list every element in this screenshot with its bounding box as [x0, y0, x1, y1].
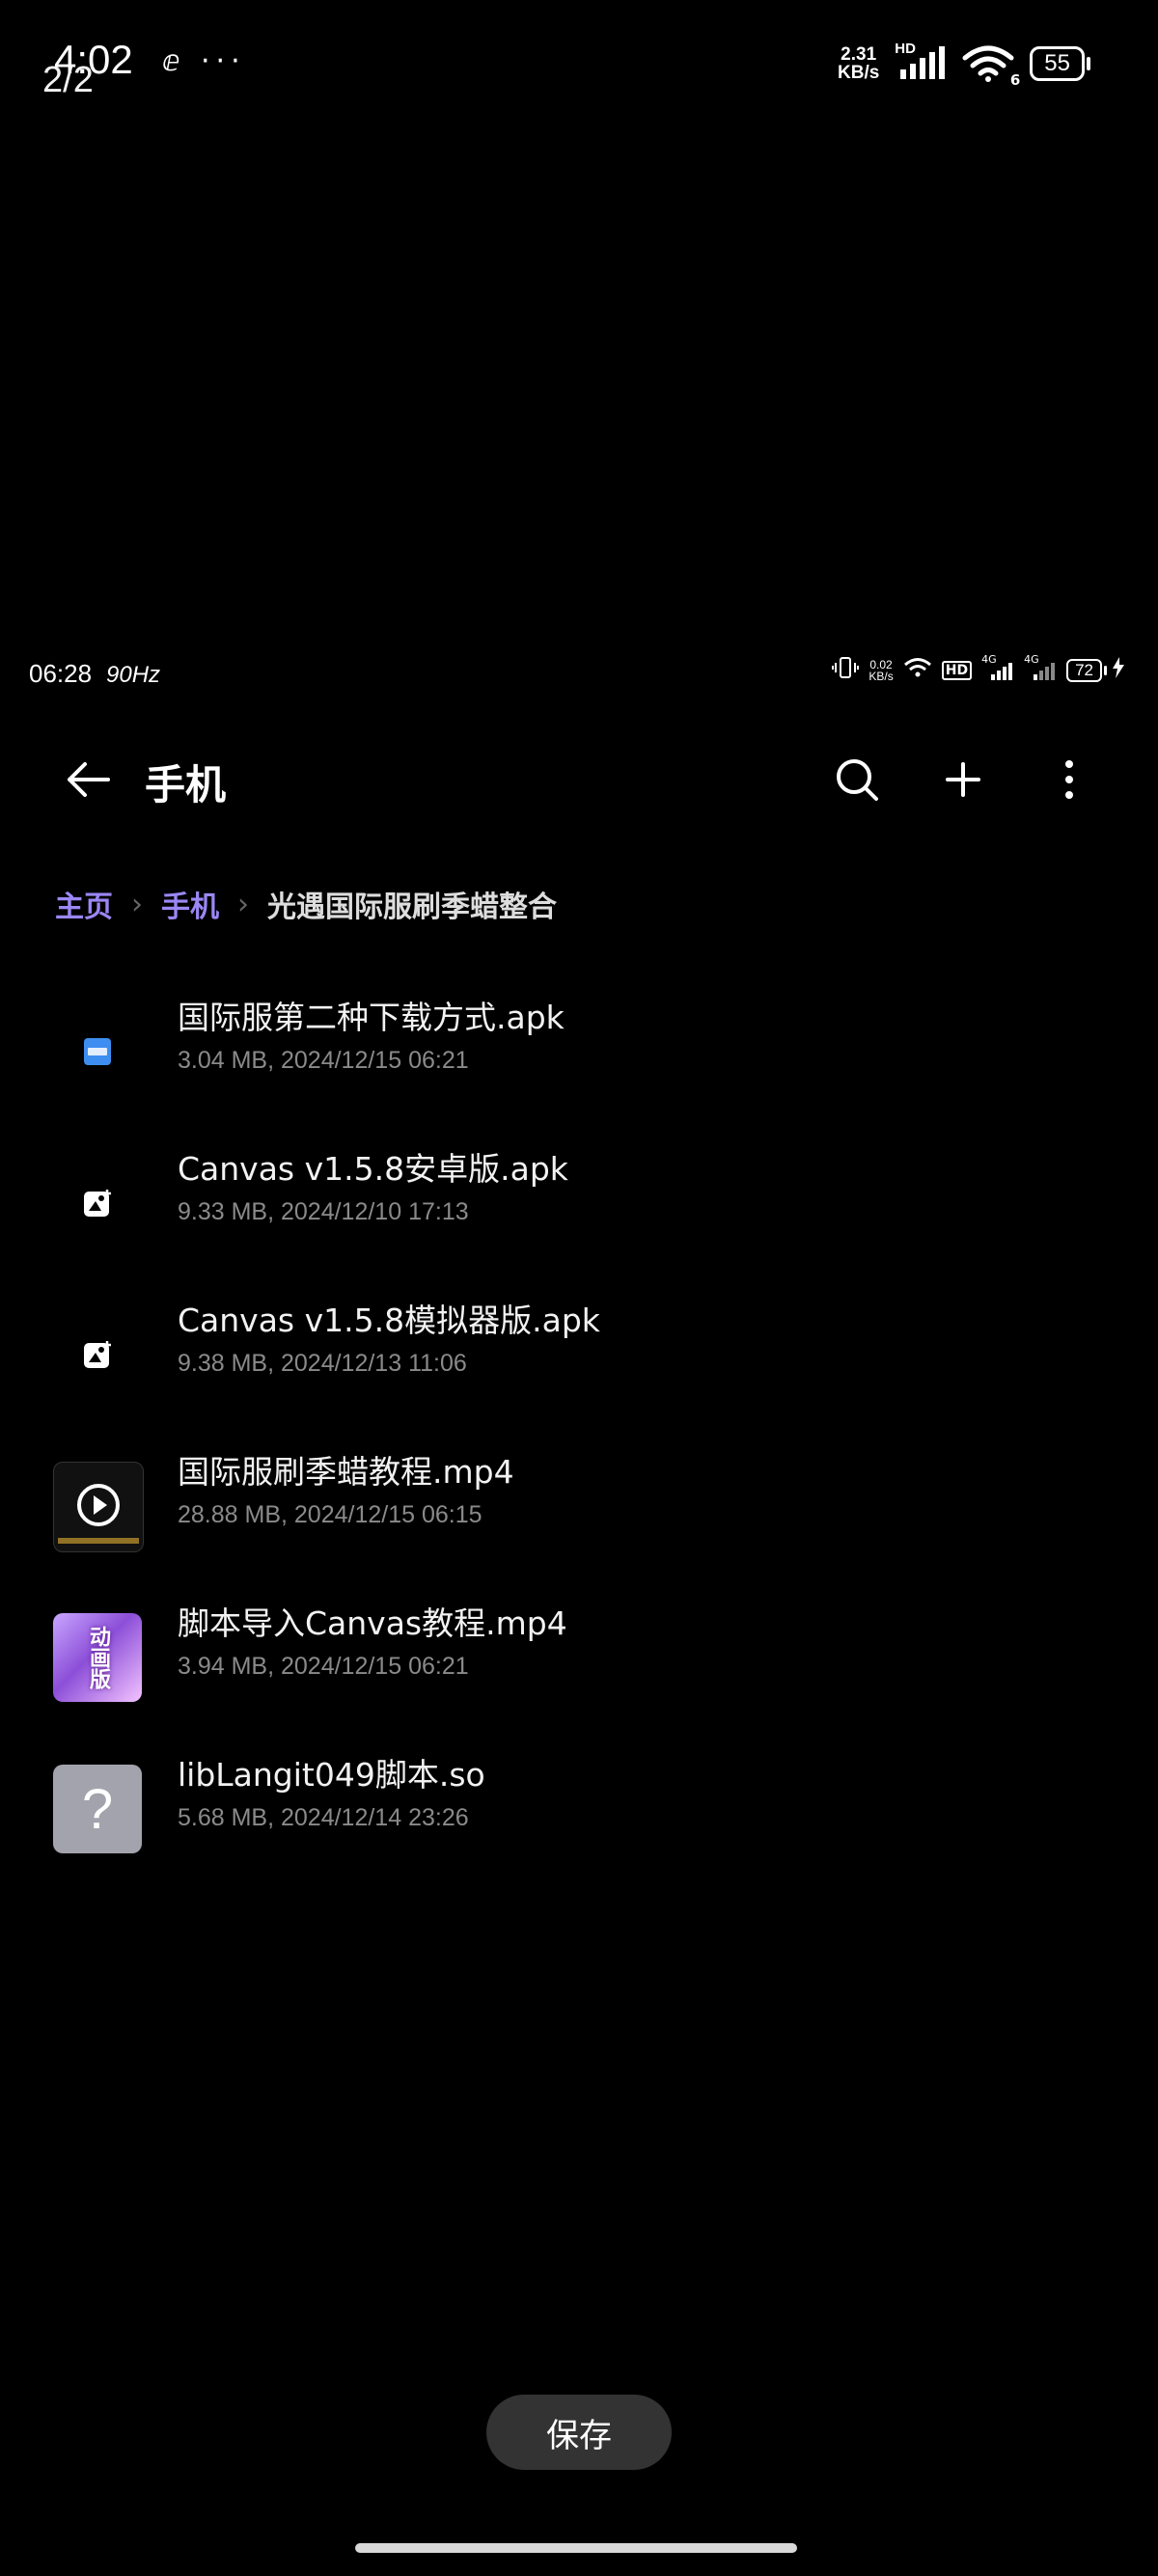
chevron-right-icon: ›: [237, 887, 249, 921]
more-vertical-icon: [1065, 760, 1073, 799]
file-list: 国际服第二种下载方式.apk 3.04 MB, 2024/12/15 06:21…: [0, 967, 1158, 1876]
apk-app-icon: [53, 1007, 142, 1096]
file-meta: 9.38 MB, 2024/12/13 11:06: [178, 1350, 467, 1377]
file-meta: 9.33 MB, 2024/12/10 17:13: [178, 1198, 469, 1225]
inner-signal-icon-1: 4G: [981, 653, 1014, 682]
page-title: 手机: [145, 761, 227, 808]
file-meta: 5.68 MB, 2024/12/14 23:26: [178, 1804, 469, 1831]
file-meta: 28.88 MB, 2024/12/15 06:15: [178, 1501, 482, 1528]
inner-net-speed: 0.02 KB/s: [868, 657, 894, 683]
inner-status-icons: 0.02 KB/s HD 4G 4G 72: [832, 653, 1125, 684]
file-name: Canvas v1.5.8安卓版.apk: [178, 1150, 568, 1188]
outer-signal-icon: HD: [895, 41, 947, 83]
breadcrumb: 主页 › 手机 › 光遇国际服刷季蜡整合: [55, 883, 557, 925]
chevron-right-icon: ›: [131, 887, 143, 921]
search-button[interactable]: [826, 749, 888, 810]
file-row[interactable]: 动画版 脚本导入Canvas教程.mp4 3.94 MB, 2024/12/15…: [0, 1573, 1158, 1724]
inner-clock: 06:28: [29, 659, 93, 688]
page-indicator: 2/2: [42, 60, 94, 100]
more-notifications-icon: ···: [201, 44, 246, 78]
outer-battery-icon: 55: [1030, 46, 1090, 81]
inner-wifi-icon: [903, 657, 932, 683]
file-name: 脚本导入Canvas教程.mp4: [178, 1604, 567, 1642]
back-arrow-icon: [68, 762, 110, 797]
file-meta: 3.94 MB, 2024/12/15 06:21: [178, 1653, 469, 1680]
search-icon: [837, 759, 878, 801]
plus-icon: [946, 762, 980, 797]
outer-notification-icons: ⅇ ···: [162, 44, 246, 78]
outer-status-bar: 4:02 2/2 ⅇ ··· 2.31 KB/s HD 6 55: [0, 0, 1158, 135]
video-thumbnail: 动画版: [53, 1613, 142, 1702]
hd-icon: HD: [941, 660, 973, 680]
breadcrumb-home[interactable]: 主页: [55, 883, 113, 925]
add-button[interactable]: [932, 749, 994, 810]
file-name: 国际服刷季蜡教程.mp4: [178, 1453, 514, 1491]
inner-signal-icon-2: 4G: [1024, 653, 1057, 682]
unknown-file-icon: ?: [53, 1765, 142, 1853]
file-name: libLangit049脚本.so: [178, 1756, 485, 1794]
home-indicator[interactable]: [355, 2543, 797, 2553]
apk-app-icon: [53, 1310, 142, 1399]
outer-wifi-icon: 6: [962, 44, 1020, 89]
breadcrumb-phone[interactable]: 手机: [161, 883, 219, 925]
save-button[interactable]: 保存: [486, 2395, 672, 2470]
file-row[interactable]: Canvas v1.5.8模拟器版.apk 9.38 MB, 2024/12/1…: [0, 1270, 1158, 1421]
notification-app-icon: ⅇ: [162, 44, 186, 78]
apk-app-icon: [53, 1159, 142, 1247]
file-row[interactable]: 国际服第二种下载方式.apk 3.04 MB, 2024/12/15 06:21: [0, 967, 1158, 1118]
file-row[interactable]: Canvas v1.5.8安卓版.apk 9.33 MB, 2024/12/10…: [0, 1118, 1158, 1270]
more-options-button[interactable]: [1038, 749, 1100, 810]
refresh-rate-badge: 90Hz: [106, 662, 161, 688]
outer-net-speed: 2.31 KB/s: [838, 44, 880, 83]
video-play-icon: [53, 1462, 144, 1552]
file-meta: 3.04 MB, 2024/12/15 06:21: [178, 1047, 469, 1074]
file-name: 国际服第二种下载方式.apk: [178, 999, 565, 1036]
charging-icon: [1112, 657, 1125, 683]
inner-battery-icon: 72: [1066, 658, 1107, 682]
file-name: Canvas v1.5.8模拟器版.apk: [178, 1302, 600, 1339]
file-row[interactable]: ? libLangit049脚本.so 5.68 MB, 2024/12/14 …: [0, 1724, 1158, 1876]
breadcrumb-current-folder: 光遇国际服刷季蜡整合: [267, 891, 557, 924]
vibrate-icon: [832, 656, 860, 684]
back-button[interactable]: [58, 749, 120, 810]
outer-status-icons: 2.31 KB/s HD 6 55: [838, 41, 1090, 89]
file-row[interactable]: 国际服刷季蜡教程.mp4 28.88 MB, 2024/12/15 06:15: [0, 1421, 1158, 1573]
